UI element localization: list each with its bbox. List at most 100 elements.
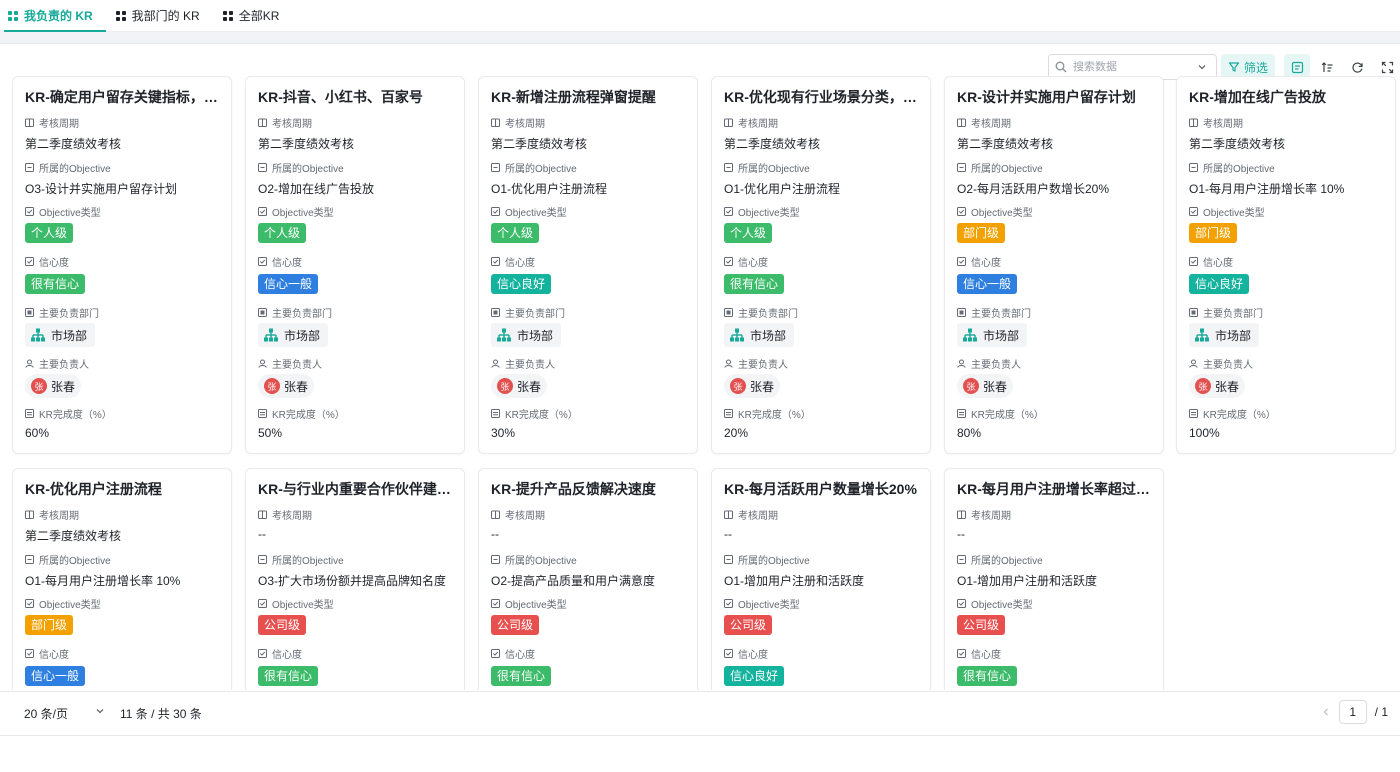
tab-my-kr[interactable]: 我负责的 KR xyxy=(4,0,106,32)
org-chart-icon xyxy=(31,328,45,342)
objective-value: O2-每月活跃用户数增长20% xyxy=(957,182,1110,196)
department-chip: 市场部 xyxy=(957,323,1028,347)
card-title[interactable]: KR-抖音、小红书、百家号 xyxy=(258,87,454,107)
field-label-text: 信心度 xyxy=(738,258,768,269)
owner-chip[interactable]: 张张春 xyxy=(491,374,548,398)
grid-icon xyxy=(222,10,233,21)
kr-card[interactable]: KR-抖音、小红书、百家号 考核周期 第二季度绩效考核 所属的Objective O2-… xyxy=(245,76,465,454)
field-label-text: 所属的Objective xyxy=(272,164,344,175)
tab-department-kr[interactable]: 我部门的 KR xyxy=(112,0,213,31)
field-label: 信心度 xyxy=(258,646,302,661)
field-label: 主要负责部门 xyxy=(957,305,1031,320)
field-label: 主要负责人 xyxy=(491,356,555,371)
cycle-value: 第二季度绩效考核 xyxy=(25,529,122,543)
kr-card[interactable]: KR-优化现有行业场景分类，提升用户体验考核周期第二季度绩效考核所属的Objec… xyxy=(711,76,931,454)
confidence-tag: 信心良好 xyxy=(1189,274,1250,294)
field-label: KR完成度（%） xyxy=(957,406,1044,421)
user-icon xyxy=(25,359,34,368)
user-icon xyxy=(957,359,966,368)
objective-value: O1-每月用户注册增长率 10% xyxy=(1189,182,1345,196)
field-label: Objective类型 xyxy=(25,596,101,611)
field-label-text: Objective类型 xyxy=(971,208,1033,219)
field-label-text: 所属的Objective xyxy=(971,556,1043,567)
objective-type-tag: 个人级 xyxy=(258,223,307,243)
card-title[interactable]: KR-确定用户留存关键指标，制定留存策略 xyxy=(25,87,221,107)
owner-chip[interactable]: 张张春 xyxy=(1189,374,1246,398)
department-icon xyxy=(258,308,267,317)
card-title[interactable]: KR-优化用户注册流程 xyxy=(25,479,221,499)
checkbox-icon xyxy=(957,207,966,216)
current-page-input[interactable]: 1 xyxy=(1338,700,1367,724)
chevron-down-icon xyxy=(96,709,104,714)
page-size-select[interactable]: 20 条/页 xyxy=(24,705,104,722)
owner-chip[interactable]: 张张春 xyxy=(957,374,1014,398)
field-label-text: 信心度 xyxy=(39,258,69,269)
card-view-icon xyxy=(1291,61,1303,73)
completion-value: 100% xyxy=(1189,426,1220,440)
objective-value: O1-优化用户注册流程 xyxy=(491,182,608,196)
checkbox-icon xyxy=(25,207,34,216)
owner-chip[interactable]: 张张春 xyxy=(724,374,781,398)
field-label: 主要负责部门 xyxy=(258,305,332,320)
card-title[interactable]: KR-每月活跃用户数量增长20% xyxy=(724,479,920,499)
chevron-left-icon[interactable] xyxy=(1321,707,1331,717)
card-title[interactable]: KR-优化现有行业场景分类，提升用户体验 xyxy=(724,87,920,107)
cycle-value: -- xyxy=(491,527,499,541)
field-label-text: Objective类型 xyxy=(39,600,101,611)
field-label: 所属的Objective xyxy=(491,552,577,567)
field-label: 信心度 xyxy=(491,254,535,269)
field-label-text: KR完成度（%） xyxy=(971,410,1044,421)
card-title[interactable]: KR-与行业内重要合作伙伴建立合作关系 xyxy=(258,479,454,499)
kr-card[interactable]: KR-新增注册流程弹窗提醒 考核周期 第二季度绩效考核 所属的Objective O1-… xyxy=(478,76,698,454)
kr-card[interactable]: KR-确定用户留存关键指标，制定留存策略考核周期第二季度绩效考核所属的Objec… xyxy=(12,76,232,454)
field-label-text: 信心度 xyxy=(272,258,302,269)
field-label: 所属的Objective xyxy=(258,552,344,567)
field-label: KR完成度（%） xyxy=(258,406,345,421)
department-chip: 市场部 xyxy=(1189,323,1260,347)
card-title[interactable]: KR-设计并实施用户留存计划 xyxy=(957,87,1153,107)
field-label: 考核周期 xyxy=(25,115,79,130)
cycle-value: -- xyxy=(258,527,266,541)
avatar: 张 xyxy=(1195,378,1211,394)
tab-all-kr[interactable]: 全部KR xyxy=(219,0,293,31)
kr-card[interactable]: KR-每月活跃用户数量增长20% 考核周期 -- 所属的Objective O1-增加用… xyxy=(711,468,931,690)
kr-card[interactable]: KR-提升产品反馈解决速度 考核周期 -- 所属的Objective O2-提高产品质量… xyxy=(478,468,698,690)
kr-card-panel: 筛选 KR-确定用户留存关键指标，制定留存策略考核周期第二季度绩效考核所属的Ob… xyxy=(0,43,1400,772)
progress-icon xyxy=(25,409,34,418)
field-label: 信心度 xyxy=(724,254,768,269)
field-label-text: Objective类型 xyxy=(272,208,334,219)
confidence-tag: 很有信心 xyxy=(258,666,319,686)
chevron-down-icon[interactable] xyxy=(1197,62,1207,72)
card-title[interactable]: KR-提升产品反馈解决速度 xyxy=(491,479,687,499)
checkbox-icon xyxy=(957,599,966,608)
calendar-icon xyxy=(491,510,500,519)
kr-card[interactable]: KR-设计并实施用户留存计划 考核周期 第二季度绩效考核 所属的Objective O2… xyxy=(944,76,1164,454)
search-input[interactable] xyxy=(1072,61,1191,73)
kr-card[interactable]: KR-与行业内重要合作伙伴建立合作关系考核周期 -- 所属的Objective O3-… xyxy=(245,468,465,690)
field-label-text: 考核周期 xyxy=(505,119,545,130)
kr-card[interactable]: KR-优化用户注册流程 考核周期 第二季度绩效考核 所属的Objective O1-每月… xyxy=(12,468,232,690)
card-title[interactable]: KR-新增注册流程弹窗提醒 xyxy=(491,87,687,107)
link-icon xyxy=(258,163,267,172)
field-label-text: 主要负责人 xyxy=(1203,360,1253,371)
owner-chip[interactable]: 张张春 xyxy=(258,374,315,398)
checkbox-icon xyxy=(258,649,267,658)
field-label-text: KR完成度（%） xyxy=(272,410,345,421)
field-label: Objective类型 xyxy=(258,204,334,219)
card-title[interactable]: KR-每月用户注册增长率超过10% xyxy=(957,479,1153,499)
checkbox-icon xyxy=(258,257,267,266)
checkbox-icon xyxy=(258,599,267,608)
filter-label: 筛选 xyxy=(1243,60,1268,75)
card-title[interactable]: KR-增加在线广告投放 xyxy=(1189,87,1385,107)
field-label: Objective类型 xyxy=(957,596,1033,611)
department-name: 市场部 xyxy=(750,328,787,343)
checkbox-icon xyxy=(25,599,34,608)
kr-card[interactable]: KR-每月用户注册增长率超过10% 考核周期 -- 所属的Objective O1-增加… xyxy=(944,468,1164,690)
department-name: 市场部 xyxy=(983,328,1020,343)
checkbox-icon xyxy=(1189,207,1198,216)
field-label: Objective类型 xyxy=(724,596,800,611)
kr-card[interactable]: KR-增加在线广告投放 考核周期 第二季度绩效考核 所属的Objective O1-每月… xyxy=(1176,76,1396,454)
cycle-value: -- xyxy=(957,527,965,541)
owner-chip[interactable]: 张张春 xyxy=(25,374,82,398)
link-icon xyxy=(25,163,34,172)
